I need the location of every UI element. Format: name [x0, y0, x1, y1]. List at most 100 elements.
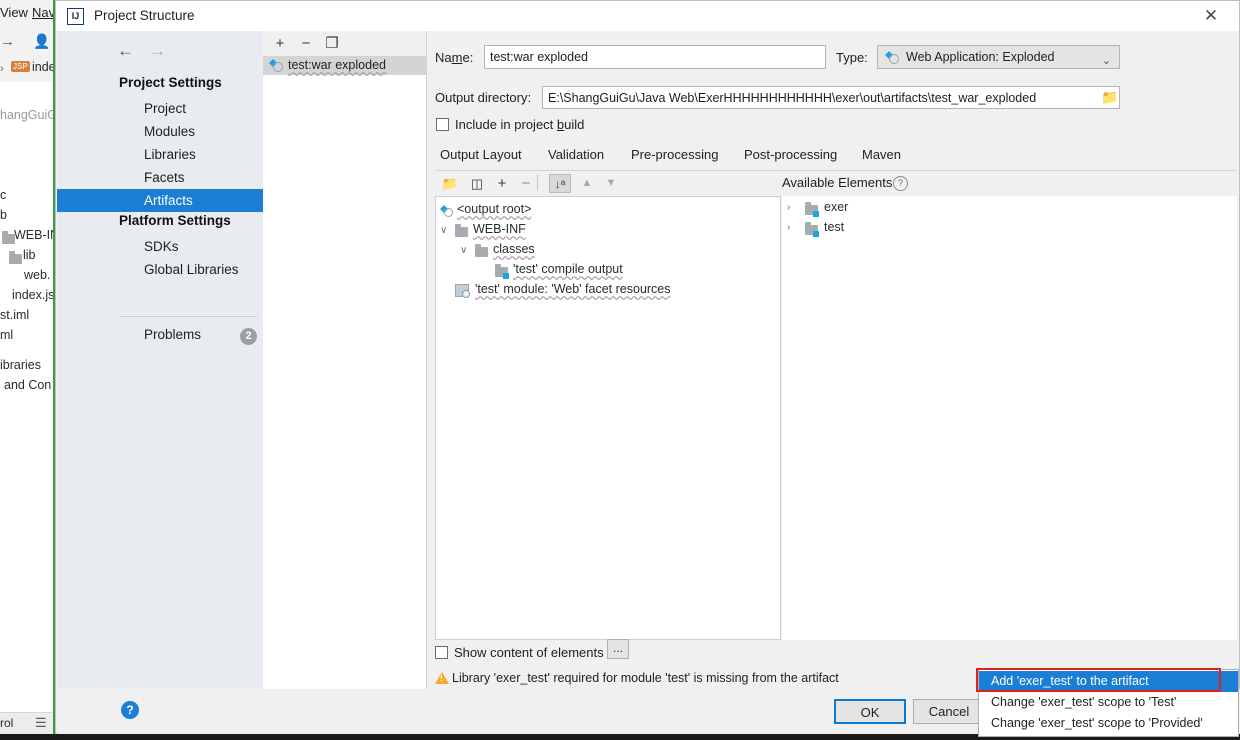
- tab-validation[interactable]: Validation: [548, 143, 604, 171]
- sidebar-item-libraries[interactable]: Libraries: [57, 143, 263, 166]
- dialog-title: Project Structure: [94, 8, 195, 23]
- sidebar-item-global-libraries[interactable]: Global Libraries: [57, 258, 263, 281]
- remove-artifact-button[interactable]: −: [296, 34, 316, 53]
- minus-icon[interactable]: −: [517, 174, 535, 193]
- browse-folder-icon[interactable]: 📁: [1101, 89, 1118, 106]
- artifact-detail-panel: Name: test:war exploded Type: Web Applic…: [427, 31, 1239, 685]
- intellij-logo-icon: [67, 8, 84, 25]
- project-tree-item-lib[interactable]: lib: [23, 248, 36, 262]
- menu-item-navigate[interactable]: Nav: [32, 5, 55, 20]
- project-root-label: hangGuiG: [0, 108, 57, 122]
- artifact-list-item[interactable]: test:war exploded: [263, 56, 426, 75]
- chevron-down-icon[interactable]: ∨: [440, 225, 447, 236]
- chevron-down-icon: ⌄: [1101, 55, 1111, 67]
- list-icon[interactable]: ☰: [35, 715, 47, 731]
- breadcrumb-chevron-icon: ›: [0, 61, 4, 75]
- context-menu-item-scope-test[interactable]: Change 'exer_test' scope to 'Test': [979, 692, 1238, 713]
- available-label-exer: exer: [824, 200, 849, 214]
- facet-icon: [455, 284, 470, 298]
- tab-post-processing[interactable]: Post-processing: [744, 143, 837, 171]
- available-label-test: test: [824, 220, 845, 234]
- nav-back-button[interactable]: ←: [117, 41, 134, 61]
- detail-tabs: Output Layout Validation Pre-processing …: [435, 143, 1237, 173]
- copy-artifact-button[interactable]: ❐: [322, 34, 342, 53]
- show-content-options-button[interactable]: ...: [607, 639, 629, 659]
- move-up-icon[interactable]: ▲: [578, 174, 596, 193]
- tab-pre-processing[interactable]: Pre-processing: [631, 143, 718, 171]
- sidebar-item-artifacts[interactable]: Artifacts: [57, 189, 263, 212]
- sidebar-item-problems[interactable]: Problems: [57, 323, 263, 346]
- ok-button[interactable]: OK: [834, 699, 906, 724]
- type-label: Type:: [836, 50, 868, 65]
- name-label: Name:: [435, 50, 474, 65]
- move-down-icon[interactable]: ▼: [602, 174, 620, 193]
- sidebar-item-project[interactable]: Project: [57, 97, 263, 120]
- web-artifact-icon: [269, 59, 284, 72]
- add-archive-icon[interactable]: ◫: [469, 174, 485, 193]
- nav-forward-button[interactable]: →: [149, 41, 166, 61]
- output-layout-tree[interactable]: <output root> ∨ WEB-INF ∨ classes 'test'…: [435, 196, 781, 640]
- problems-count-badge: 2: [240, 328, 257, 345]
- tree-label-output-root: <output root>: [457, 202, 532, 216]
- include-in-build-checkbox[interactable]: [436, 118, 449, 131]
- add-directory-icon[interactable]: 📁+: [439, 174, 461, 210]
- status-text[interactable]: rol: [0, 716, 13, 730]
- project-tree-item-0[interactable]: c: [0, 188, 6, 202]
- available-elements-header: Available Elements ?: [782, 171, 1237, 196]
- dialog-close-button[interactable]: ✕: [1189, 1, 1233, 31]
- sidebar-item-sdks[interactable]: SDKs: [57, 235, 263, 258]
- available-elements-tree[interactable]: › exer › test: [782, 196, 1237, 640]
- project-structure-dialog: Project Structure ✕ ← → Project Settings…: [55, 0, 1240, 734]
- name-input[interactable]: test:war exploded: [484, 45, 826, 69]
- project-tree-item-iml[interactable]: st.iml: [0, 308, 29, 322]
- artifacts-toolbar: + − ❐: [263, 31, 426, 56]
- folder-icon: [455, 224, 468, 237]
- cancel-button[interactable]: Cancel: [913, 699, 985, 724]
- output-directory-input[interactable]: E:\ShangGuiGu\Java Web\ExerHHHHHHHHHHHH\…: [542, 86, 1120, 109]
- tab-maven[interactable]: Maven: [862, 143, 901, 171]
- quick-fix-context-menu: Add 'exer_test' to the artifact Change '…: [978, 669, 1239, 737]
- include-in-build-label: Include in project build: [455, 117, 585, 132]
- folder-icon: [2, 231, 15, 244]
- menu-item-view[interactable]: View: [0, 5, 28, 20]
- chevron-right-icon[interactable]: ›: [787, 222, 790, 233]
- chevron-down-icon[interactable]: ∨: [460, 245, 467, 256]
- sidebar-item-facets[interactable]: Facets: [57, 166, 263, 189]
- folder-icon: [9, 251, 22, 264]
- context-menu-item-add-to-artifact[interactable]: Add 'exer_test' to the artifact: [979, 671, 1238, 692]
- project-tree-item-and-con[interactable]: and Con: [4, 378, 51, 392]
- settings-nav-column: ← → Project Settings Project Modules Lib…: [57, 31, 263, 703]
- ide-project-panel: hangGuiG c b WEB-INF lib web. index.jsp …: [0, 82, 67, 712]
- plus-icon[interactable]: +: [493, 174, 511, 193]
- help-circle-icon[interactable]: ?: [893, 176, 908, 191]
- sort-az-icon[interactable]: ↓ᵃ: [549, 174, 571, 193]
- profile-icon[interactable]: 👤: [33, 33, 50, 50]
- project-tree-item-libraries[interactable]: ibraries: [0, 358, 41, 372]
- tab-output-layout[interactable]: Output Layout: [440, 143, 522, 173]
- sidebar-item-modules[interactable]: Modules: [57, 120, 263, 143]
- warning-message: Library 'exer_test' required for module …: [452, 671, 839, 685]
- artifact-list-item-label: test:war exploded: [288, 58, 386, 72]
- output-directory-label: Output directory:: [435, 90, 532, 105]
- artifact-type-select[interactable]: Web Application: Exploded ⌄: [877, 45, 1120, 69]
- toolbar-divider: [537, 174, 538, 191]
- available-elements-label: Available Elements: [782, 175, 893, 190]
- project-tree-item-xml[interactable]: ml: [0, 328, 13, 342]
- show-content-checkbox[interactable]: [435, 646, 448, 659]
- module-folder-icon: [805, 202, 819, 217]
- forward-arrow-icon[interactable]: →: [0, 33, 15, 50]
- nav-group-platform-settings: Platform Settings: [119, 213, 231, 228]
- help-button[interactable]: ?: [121, 701, 139, 719]
- project-tree-item-web-xml[interactable]: web.: [24, 268, 50, 282]
- nav-divider: [119, 316, 257, 317]
- context-menu-item-scope-provided[interactable]: Change 'exer_test' scope to 'Provided': [979, 713, 1238, 734]
- tree-label-facet-resources: 'test' module: 'Web' facet resources: [475, 282, 671, 296]
- tree-label-compile-output: 'test' compile output: [513, 262, 623, 276]
- add-artifact-button[interactable]: +: [270, 34, 290, 53]
- module-folder-icon: [495, 264, 509, 279]
- artifact-type-value: Web Application: Exploded: [906, 50, 1055, 64]
- module-folder-icon: [805, 222, 819, 237]
- project-tree-item-1[interactable]: b: [0, 208, 7, 222]
- folder-icon: [475, 244, 488, 257]
- chevron-right-icon[interactable]: ›: [787, 202, 790, 213]
